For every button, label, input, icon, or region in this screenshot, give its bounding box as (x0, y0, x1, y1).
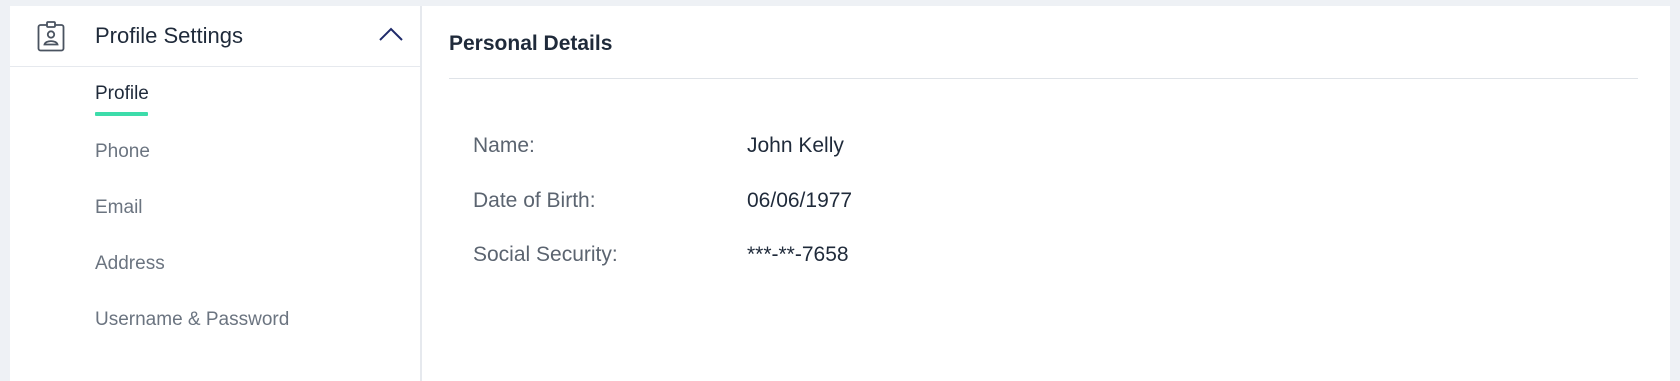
sidebar: Profile Settings Profile Phone Email Add… (10, 6, 422, 381)
field-value: John Kelly (747, 134, 844, 157)
field-value: ***-**-7658 (747, 243, 849, 266)
nav-item-profile[interactable]: Profile (95, 83, 149, 116)
profile-settings-header[interactable]: Profile Settings (10, 6, 420, 67)
section-title: Personal Details (449, 32, 613, 55)
field-label: Social Security: (473, 243, 618, 266)
sidebar-title: Profile Settings (95, 23, 243, 48)
nav-item-username-password[interactable]: Username & Password (95, 309, 289, 331)
main-panel: Personal Details Name: John Kelly Date of… (422, 6, 1670, 381)
field-label: Date of Birth: (473, 189, 596, 212)
chevron-up-icon[interactable] (378, 26, 404, 42)
field-label: Name: (473, 134, 535, 157)
nav-item-email[interactable]: Email (95, 197, 143, 219)
field-value: 06/06/1977 (747, 189, 853, 212)
field-row-ssn: Social Security: ***-**-7658 (473, 243, 849, 267)
badge-icon (37, 21, 65, 52)
field-row-name: Name: John Kelly (473, 134, 844, 158)
section-divider (449, 78, 1638, 79)
nav-item-address[interactable]: Address (95, 253, 165, 275)
field-row-dob: Date of Birth: 06/06/1977 (473, 189, 852, 213)
nav-item-phone[interactable]: Phone (95, 141, 150, 163)
app-frame: Profile Settings Profile Phone Email Add… (10, 6, 1670, 381)
